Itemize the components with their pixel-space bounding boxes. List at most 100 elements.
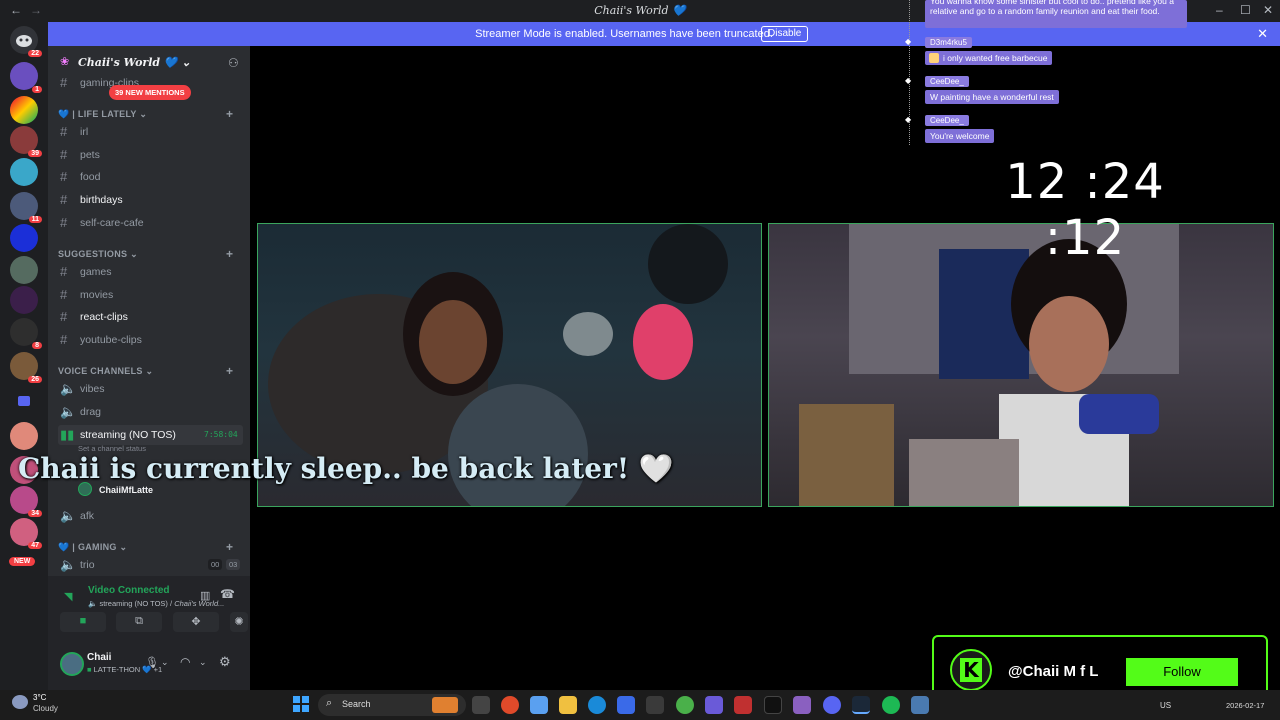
server-icon[interactable]: 47 <box>10 518 42 549</box>
app-icon[interactable] <box>911 696 929 714</box>
discord-icon[interactable] <box>823 696 841 714</box>
follow-button[interactable]: Follow <box>1126 658 1238 686</box>
username[interactable]: Chaii <box>87 652 111 663</box>
category-suggestions[interactable]: SUGGESTIONS ⌄ + <box>58 247 243 261</box>
channel-youtube-clips[interactable]: # youtube-clips <box>58 330 243 350</box>
spotify-icon[interactable] <box>882 696 900 714</box>
speaker-icon: 🔈 <box>60 508 77 523</box>
hash-icon: # <box>60 147 68 162</box>
channel-games[interactable]: # games <box>58 262 243 282</box>
voice-channel-vibes[interactable]: 🔈 vibes <box>58 379 243 399</box>
chevron-down-icon[interactable]: ⌄ <box>161 657 169 668</box>
kick-handle: @Chaii M f L <box>1008 663 1099 680</box>
avatar[interactable] <box>60 652 84 676</box>
camera-button[interactable]: ■ <box>60 612 106 632</box>
app-icon[interactable] <box>734 696 752 714</box>
server-icon[interactable] <box>10 224 38 252</box>
voice-status[interactable]: Video Connected <box>88 585 170 596</box>
server-badge: 39 <box>28 150 42 157</box>
add-channel-icon[interactable]: + <box>226 107 233 121</box>
channel-pets[interactable]: # pets <box>58 145 243 165</box>
add-channel-icon[interactable]: + <box>226 540 233 554</box>
voice-channel-streaming[interactable]: ▮▮ streaming (NO TOS) 7:58:04 <box>58 425 243 445</box>
camera-icon: ■ <box>79 615 87 627</box>
voice-channel-drag[interactable]: 🔈 drag <box>58 402 243 422</box>
server-icon[interactable] <box>10 158 38 186</box>
server-icon[interactable]: 1 <box>10 62 42 93</box>
category-life-lately[interactable]: 💙 | LIFE LATELY ⌄ + <box>58 107 243 121</box>
chat-message: You're welcome <box>925 129 995 143</box>
server-icon[interactable] <box>10 256 38 284</box>
server-name-header[interactable]: Chaii's World 💙 ⌄ <box>78 56 191 69</box>
server-icon[interactable] <box>10 96 38 124</box>
chevron-down-icon[interactable]: ⌄ <box>199 657 207 668</box>
channel-food[interactable]: # food <box>58 167 243 187</box>
voice-member-name[interactable]: ChaiiMfLatte <box>99 485 153 495</box>
channel-self-care-cafe[interactable]: # self-care-cafe <box>58 213 243 233</box>
maximize-button[interactable]: ☐ <box>1240 3 1251 17</box>
invite-user-icon[interactable]: ⚇ <box>228 56 239 70</box>
channel-irl[interactable]: # irl <box>58 122 243 142</box>
channel-react-clips[interactable]: # react-clips <box>58 307 243 327</box>
server-icon[interactable]: 26 <box>10 352 42 383</box>
server-icon[interactable]: 11 <box>10 192 42 223</box>
new-mentions-pill[interactable]: 39 NEW MENTIONS <box>109 85 191 100</box>
category-gaming[interactable]: 💙 | GAMING ⌄ + <box>58 540 243 554</box>
tiktok-icon[interactable] <box>764 696 782 714</box>
add-channel-icon[interactable]: + <box>226 364 233 378</box>
microphone-icon[interactable]: 🎙 <box>145 656 159 669</box>
headphones-icon[interactable]: ◠ <box>180 655 190 669</box>
folder-icon[interactable] <box>18 396 30 406</box>
voice-channel-trio[interactable]: 🔈 trio 00 03 <box>58 555 243 575</box>
steam-icon[interactable] <box>852 696 870 714</box>
gear-icon[interactable]: ⚙ <box>219 654 231 670</box>
channel-birthdays[interactable]: # birthdays <box>58 190 243 210</box>
weather-temp[interactable]: 3°C <box>33 693 46 702</box>
streamer-mode-text: Streamer Mode is enabled. Usernames have… <box>475 28 773 40</box>
minimize-button[interactable]: – <box>1216 3 1223 17</box>
emote-icon <box>929 53 939 63</box>
voice-channel-afk[interactable]: 🔈 afk <box>58 506 243 526</box>
discord-home-icon[interactable]: 22 <box>10 26 42 57</box>
home-badge: 22 <box>28 50 42 57</box>
close-window-button[interactable]: ✕ <box>1263 3 1273 17</box>
cloud-icon[interactable] <box>12 695 28 709</box>
server-icon[interactable] <box>10 286 38 314</box>
task-view-icon[interactable] <box>472 696 490 714</box>
signal-icon[interactable]: ◥ <box>64 590 72 603</box>
weather-desc[interactable]: Cloudy <box>33 704 58 713</box>
keyboard-language[interactable]: US <box>1160 701 1171 710</box>
stream-timer: 7:58:04 <box>204 430 238 439</box>
app-icon[interactable] <box>617 696 635 714</box>
file-explorer-icon[interactable] <box>559 696 577 714</box>
edge-icon[interactable] <box>588 696 606 714</box>
soundboard-button[interactable]: ✺ <box>230 612 248 632</box>
disable-streamer-mode-button[interactable]: Disable <box>761 26 809 42</box>
taskbar-search[interactable]: ⌕ Search <box>318 694 466 716</box>
server-icon[interactable]: 8 <box>10 318 42 349</box>
app-icon[interactable] <box>793 696 811 714</box>
new-badge: NEW <box>9 557 36 566</box>
category-voice-channels[interactable]: VOICE CHANNELS ⌄ + <box>58 364 243 378</box>
hash-icon: # <box>60 332 68 347</box>
channel-movies[interactable]: # movies <box>58 285 243 305</box>
brave-icon[interactable] <box>501 696 519 714</box>
soundboard-icon: ✺ <box>234 616 244 628</box>
server-icon[interactable] <box>10 422 38 450</box>
search-icon: ⌕ <box>326 697 333 709</box>
noise-suppression-icon[interactable]: ▥ <box>200 589 210 602</box>
disconnect-icon[interactable]: ☎ <box>220 587 235 601</box>
activities-button[interactable]: ✥ <box>173 612 219 632</box>
server-icon[interactable]: 34 <box>10 486 42 517</box>
taskbar-date[interactable]: 2026-02-17 <box>1226 701 1264 710</box>
hash-icon: # <box>60 169 68 184</box>
add-channel-icon[interactable]: + <box>226 247 233 261</box>
screen-share-button[interactable]: ⧉ <box>116 612 162 632</box>
start-windows-icon[interactable] <box>293 696 309 712</box>
close-banner-button[interactable]: ✕ <box>1257 26 1268 42</box>
server-icon[interactable]: 39 <box>10 126 42 157</box>
teams-icon[interactable] <box>705 696 723 714</box>
chrome-icon[interactable] <box>676 696 694 714</box>
store-icon[interactable] <box>646 696 664 714</box>
copilot-icon[interactable] <box>530 696 548 714</box>
